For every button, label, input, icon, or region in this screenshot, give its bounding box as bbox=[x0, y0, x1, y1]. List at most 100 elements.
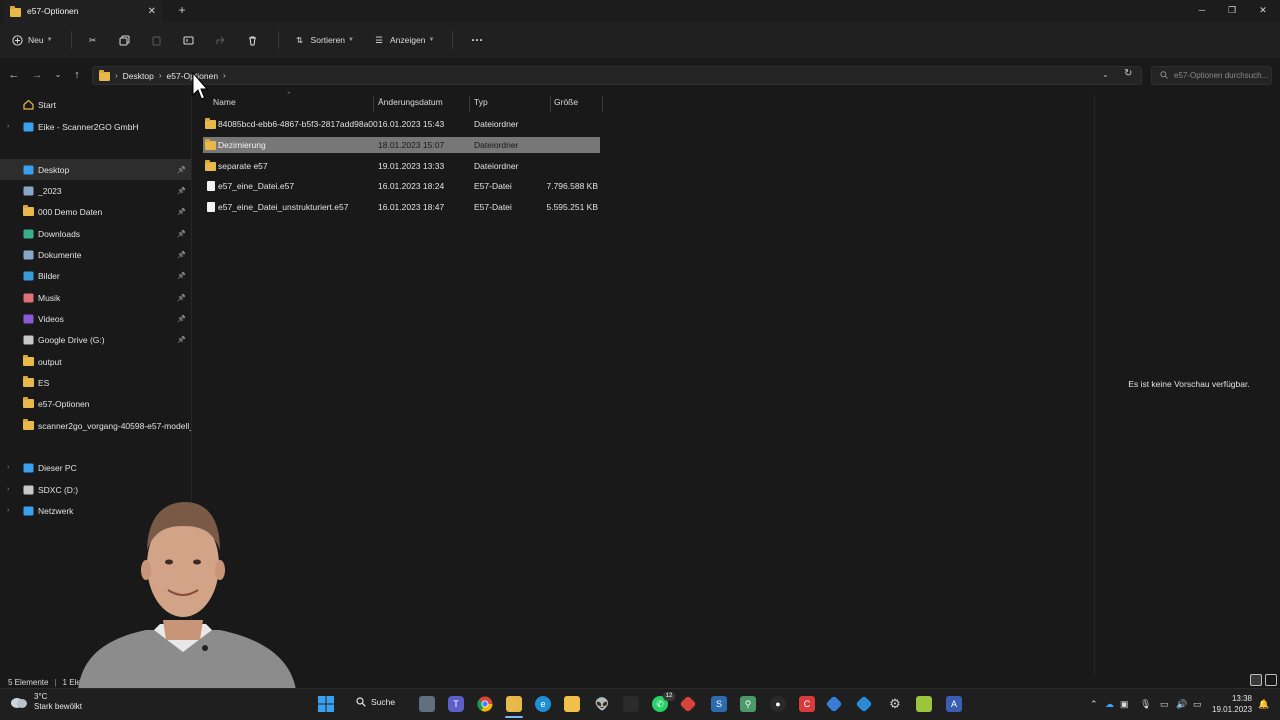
maps-icon[interactable]: ⚲ bbox=[740, 696, 756, 712]
forward-arrow-icon[interactable]: → bbox=[30, 68, 44, 82]
sidebar-item-desktop[interactable]: Desktop 📌 bbox=[0, 159, 191, 180]
obs-icon[interactable]: ● bbox=[770, 696, 786, 712]
file-explorer-icon[interactable] bbox=[506, 696, 522, 712]
tiles-view-button[interactable] bbox=[1265, 674, 1277, 686]
sidebar-item-2023[interactable]: _2023 📌 bbox=[0, 180, 191, 201]
delete-button[interactable] bbox=[246, 33, 260, 47]
up-arrow-icon[interactable]: ↑ bbox=[70, 68, 84, 82]
expand-chevron-icon[interactable]: › bbox=[7, 464, 17, 471]
close-tab-icon[interactable]: ✕ bbox=[148, 6, 156, 17]
store-icon[interactable] bbox=[564, 696, 580, 712]
column-divider[interactable] bbox=[550, 96, 551, 112]
share-button[interactable] bbox=[214, 33, 228, 47]
cut-button[interactable]: ✂ bbox=[86, 33, 100, 47]
column-header-date[interactable]: Änderungsdatum bbox=[378, 97, 443, 111]
sidebar-item-bilder[interactable]: Bilder 📌 bbox=[0, 265, 191, 286]
task-view-icon[interactable] bbox=[419, 696, 435, 712]
recent-locations-icon[interactable]: ⌄ bbox=[51, 68, 65, 82]
tab-e57-optionen[interactable]: e57-Optionen ✕ bbox=[4, 0, 162, 22]
pin-icon[interactable]: 📌 bbox=[177, 272, 186, 280]
rename-button[interactable] bbox=[182, 33, 196, 47]
search-input[interactable]: e57-Optionen durchsuch... bbox=[1151, 66, 1272, 85]
column-divider[interactable] bbox=[602, 96, 603, 112]
details-view-button[interactable] bbox=[1250, 674, 1262, 686]
app-icon[interactable] bbox=[623, 696, 639, 712]
file-type: Dateiordner bbox=[474, 140, 519, 150]
pin-icon[interactable]: 📌 bbox=[177, 187, 186, 195]
alien-app-icon[interactable]: 👽 bbox=[594, 696, 610, 712]
sidebar-item-scanner2go-vorgang-40598-e57-modell-202[interactable]: scanner2go_vorgang-40598-e57-modell_202 bbox=[0, 415, 191, 436]
tray-app-icon[interactable]: ▣ bbox=[1120, 699, 1129, 710]
more-options-button[interactable]: ··· bbox=[467, 33, 483, 47]
view-button[interactable]: ☰ Anzeigen ▼ bbox=[372, 33, 434, 47]
maximize-button[interactable]: ❐ bbox=[1223, 2, 1241, 18]
file-row[interactable]: e57_eine_Datei_unstrukturiert.e57 16.01.2… bbox=[203, 199, 600, 215]
pin-icon[interactable]: 📌 bbox=[177, 251, 186, 259]
battery-icon[interactable]: ▭ bbox=[1193, 699, 1202, 710]
column-header-name[interactable]: Name bbox=[213, 97, 236, 111]
new-button[interactable]: Neu ▼ bbox=[10, 33, 53, 47]
file-row[interactable]: 84085bcd-ebb6-4867-b5f3-2817add98a00 16.0… bbox=[203, 116, 600, 132]
file-row[interactable]: Dezimierung 18.01.2023 15:07 Dateiordner bbox=[203, 137, 600, 153]
app-c-icon[interactable]: C bbox=[799, 696, 815, 712]
chevron-up-icon[interactable]: ⌃ bbox=[1090, 699, 1098, 710]
sidebar-item-downloads[interactable]: Downloads 📌 bbox=[0, 223, 191, 244]
app-green-icon[interactable] bbox=[916, 696, 932, 712]
chrome-icon[interactable] bbox=[477, 696, 493, 712]
pin-icon[interactable]: 📌 bbox=[177, 230, 186, 238]
app-a-icon[interactable]: A bbox=[946, 696, 962, 712]
pin-icon[interactable]: 📌 bbox=[177, 208, 186, 216]
notifications-bell-icon[interactable]: 🔔 bbox=[1258, 699, 1269, 710]
network-tray-icon[interactable]: ▭ bbox=[1160, 699, 1169, 710]
sidebar-item-google-drive-g[interactable]: Google Drive (G:) 📌 bbox=[0, 329, 191, 350]
new-tab-button[interactable]: + bbox=[175, 3, 189, 17]
weather-widget[interactable]: 3°C Stark bewölkt bbox=[10, 692, 82, 712]
sidebar-item-000-demo-daten[interactable]: 000 Demo Daten 📌 bbox=[0, 201, 191, 222]
sidebar-item-start[interactable]: Start bbox=[0, 94, 191, 115]
breadcrumb-desktop[interactable]: Desktop bbox=[123, 71, 154, 81]
sidebar-item-es[interactable]: ES bbox=[0, 372, 191, 393]
column-divider[interactable] bbox=[373, 96, 374, 112]
pin-icon[interactable]: 📌 bbox=[177, 166, 186, 174]
taskbar-search-button[interactable]: Suche bbox=[356, 697, 395, 707]
sidebar-item-output[interactable]: output bbox=[0, 351, 191, 372]
settings-gear-icon[interactable]: ⚙ bbox=[887, 696, 903, 712]
paste-button[interactable] bbox=[150, 33, 164, 47]
rename-icon bbox=[182, 33, 196, 47]
sidebar-item-dokumente[interactable]: Dokumente 📌 bbox=[0, 244, 191, 265]
file-row[interactable]: separate e57 19.01.2023 13:33 Dateiordner bbox=[203, 158, 600, 174]
column-header-size[interactable]: Größe bbox=[554, 97, 578, 111]
close-window-button[interactable]: ✕ bbox=[1254, 2, 1272, 18]
back-arrow-icon[interactable]: ← bbox=[7, 68, 21, 82]
folder-icon bbox=[203, 138, 218, 150]
file-row[interactable]: e57_eine_Datei.e57 16.01.2023 18:24 E57-Da… bbox=[203, 178, 600, 194]
expand-chevron-icon[interactable]: › bbox=[7, 123, 17, 130]
pin-icon[interactable]: 📌 bbox=[177, 315, 186, 323]
teams-icon[interactable]: T bbox=[448, 696, 464, 712]
app-s-icon[interactable]: S bbox=[711, 696, 727, 712]
copy-button[interactable] bbox=[118, 33, 132, 47]
minimize-button[interactable]: ─ bbox=[1193, 2, 1211, 18]
column-header-type[interactable]: Typ bbox=[474, 97, 488, 111]
edge-icon[interactable]: e bbox=[535, 696, 551, 712]
onedrive-icon[interactable]: ☁ bbox=[1105, 699, 1114, 710]
volume-icon[interactable]: 🔊 bbox=[1176, 699, 1187, 710]
sidebar-item-videos[interactable]: Videos 📌 bbox=[0, 308, 191, 329]
chevron-down-icon: ▼ bbox=[428, 37, 435, 43]
sidebar-item-eike-scanner2go-gmbh[interactable]: › Eike - Scanner2GO GmbH bbox=[0, 116, 191, 137]
system-clock[interactable]: 13:38 19.01.2023 bbox=[1212, 693, 1252, 715]
sort-button[interactable]: ⇅ Sortieren ▼ bbox=[293, 33, 354, 47]
address-bar[interactable]: › Desktop › e57-Optionen › bbox=[92, 66, 1142, 85]
address-history-chevron-icon[interactable]: ⌄ bbox=[1102, 70, 1109, 79]
sidebar-item-musik[interactable]: Musik 📌 bbox=[0, 287, 191, 308]
sidebar-item-e57-optionen[interactable]: e57-Optionen bbox=[0, 393, 191, 414]
pin-icon[interactable]: 📌 bbox=[177, 336, 186, 344]
microphone-icon[interactable]: 🎙 bbox=[1140, 699, 1151, 710]
refresh-icon[interactable]: ↻ bbox=[1124, 68, 1132, 79]
column-divider[interactable] bbox=[469, 96, 470, 112]
windows-start-icon[interactable] bbox=[318, 696, 334, 712]
expand-chevron-icon[interactable]: › bbox=[7, 507, 17, 514]
pin-icon[interactable]: 📌 bbox=[177, 294, 186, 302]
search-label: Suche bbox=[371, 697, 396, 707]
expand-chevron-icon[interactable]: › bbox=[7, 486, 17, 493]
